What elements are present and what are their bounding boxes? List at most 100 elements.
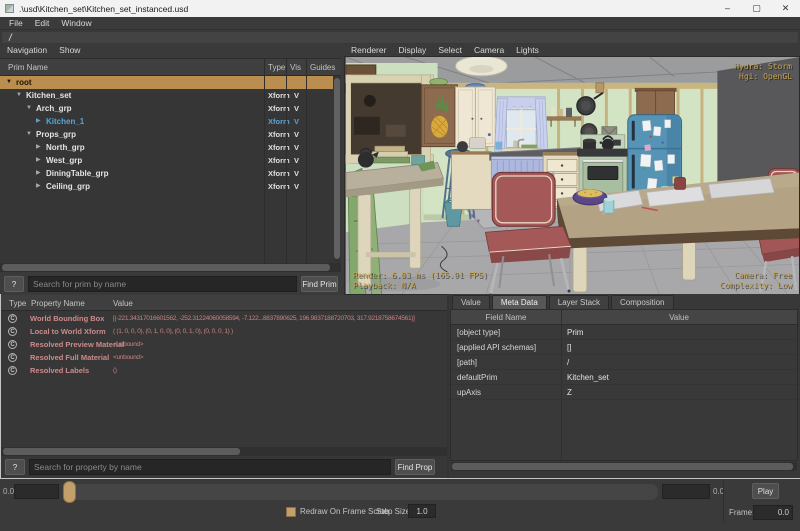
property-row[interactable]: CResolved Preview Material<unbound> — [1, 338, 447, 351]
prim-tree-rows: ▼root▼Kitchen_setXformV▼Arch_grpXformV▶K… — [0, 76, 333, 263]
collapsed-arrow-icon[interactable]: ▶ — [36, 154, 41, 167]
minimize-button[interactable]: – — [713, 0, 742, 17]
tab-value[interactable]: Value — [452, 295, 490, 309]
menubar-item-edit[interactable]: Edit — [29, 18, 56, 28]
metadata-row[interactable]: upAxisZ — [451, 385, 797, 400]
range-start-input[interactable] — [14, 484, 59, 499]
prim-row-DiningTable_grp[interactable]: ▶DiningTable_grpXformV — [0, 167, 333, 180]
property-search-help-button[interactable]: ? — [5, 459, 25, 475]
timeline-separator — [723, 481, 724, 523]
computed-property-icon: C — [8, 327, 17, 336]
prim-vis[interactable]: V — [287, 128, 306, 141]
computed-property-icon: C — [8, 314, 17, 323]
viewport[interactable]: Hydra: StormHgi: OpenGL Render: 6.03 ms … — [344, 56, 800, 295]
prim-vis[interactable]: V — [287, 180, 306, 193]
collapsed-arrow-icon[interactable]: ▶ — [36, 180, 41, 193]
col-prim-name: Prim Name — [8, 63, 48, 72]
prim-tree[interactable]: Prim Name Type Vis Guides ▼root▼Kitchen_… — [0, 58, 341, 263]
property-search-input[interactable] — [29, 459, 391, 475]
metadata-row[interactable]: [object type]Prim — [451, 325, 797, 340]
browser-menu-show[interactable]: Show — [53, 45, 86, 57]
step-size-input[interactable] — [408, 504, 436, 518]
expanded-arrow-icon[interactable]: ▼ — [26, 128, 32, 141]
menubar-item-file[interactable]: File — [3, 18, 29, 28]
prim-row-root[interactable]: ▼root — [0, 76, 333, 89]
prim-vis[interactable]: V — [287, 154, 306, 167]
collapsed-arrow-icon[interactable]: ▶ — [36, 115, 41, 128]
property-name: Resolved Preview Material — [30, 338, 124, 351]
expanded-arrow-icon[interactable]: ▼ — [16, 89, 22, 102]
metadata-row[interactable]: defaultPrimKitchen_set — [451, 370, 797, 385]
prim-vis[interactable]: V — [287, 115, 306, 128]
property-row[interactable]: CResolved Full Material<unbound> — [1, 351, 447, 364]
prim-name: Props_grp — [36, 128, 76, 141]
browser-menubar: NavigationShow — [0, 45, 341, 57]
prim-row-Props_grp[interactable]: ▼Props_grpXformV — [0, 128, 333, 141]
range-end-input[interactable] — [662, 484, 710, 499]
metadata-field-name: upAxis — [457, 385, 481, 400]
frame-input[interactable] — [753, 505, 793, 520]
play-button[interactable]: Play — [752, 483, 779, 499]
frame-slider-track[interactable] — [61, 483, 659, 501]
titlebar[interactable]: .\usd\Kitchen_set\Kitchen_set_instanced.… — [0, 0, 800, 17]
menubar-item-window[interactable]: Window — [55, 18, 97, 28]
property-name: Resolved Labels — [30, 364, 89, 377]
property-horizontal-scrollbar[interactable] — [1, 447, 447, 456]
expanded-arrow-icon[interactable]: ▼ — [6, 76, 12, 89]
prim-row-Kitchen_set[interactable]: ▼Kitchen_setXformV — [0, 89, 333, 102]
computed-property-icon: C — [8, 366, 17, 375]
browser-menu-navigation[interactable]: Navigation — [1, 45, 53, 57]
prim-row-Kitchen_1[interactable]: ▶Kitchen_1XformV — [0, 115, 333, 128]
prim-search-input[interactable] — [28, 276, 297, 292]
prim-vis[interactable]: V — [287, 89, 306, 102]
collapsed-arrow-icon[interactable]: ▶ — [36, 167, 41, 180]
viewport-scene[interactable] — [345, 57, 800, 295]
close-button[interactable]: ✕ — [771, 0, 800, 17]
property-value: [(-221.34317016601562, -252.312240600585… — [113, 312, 415, 325]
prim-search-help-button[interactable]: ? — [4, 276, 24, 292]
prim-row-Arch_grp[interactable]: ▼Arch_grpXformV — [0, 102, 333, 115]
col-prop-name: Property Name — [31, 299, 85, 308]
redraw-on-scrub-checkbox[interactable] — [286, 507, 296, 517]
tab-composition[interactable]: Composition — [611, 295, 673, 309]
prim-row-North_grp[interactable]: ▶North_grpXformV — [0, 141, 333, 154]
expanded-arrow-icon[interactable]: ▼ — [26, 102, 32, 115]
maximize-button[interactable]: ▢ — [742, 0, 771, 17]
property-row[interactable]: CResolved Labels() — [1, 364, 447, 377]
column-divider — [306, 59, 307, 263]
hud-line: Camera: Free — [720, 271, 792, 281]
prim-vis[interactable]: V — [287, 141, 306, 154]
property-row[interactable]: CWorld Bounding Box[(-221.34317016601562… — [1, 312, 447, 325]
tab-layer-stack[interactable]: Layer Stack — [549, 295, 609, 309]
tree-vertical-scrollbar[interactable] — [334, 77, 340, 261]
property-row[interactable]: CLocal to World Xform( (1, 0, 0, 0), (0,… — [1, 325, 447, 338]
prim-path-bar[interactable]: / — [1, 31, 799, 44]
tab-meta-data[interactable]: Meta Data — [492, 295, 547, 309]
app-icon — [5, 4, 14, 13]
usdview-window: .\usd\Kitchen_set\Kitchen_set_instanced.… — [0, 0, 800, 531]
computed-property-icon: C — [8, 353, 17, 362]
collapsed-arrow-icon[interactable]: ▶ — [36, 141, 41, 154]
prim-row-Ceiling_grp[interactable]: ▶Ceiling_grpXformV — [0, 180, 333, 193]
hud-line: Playback: N/A — [353, 281, 488, 291]
property-name: Local to World Xform — [30, 325, 106, 338]
prim-vis[interactable]: V — [287, 102, 306, 115]
prim-name: Arch_grp — [36, 102, 72, 115]
tree-horizontal-scrollbar[interactable] — [0, 263, 341, 272]
find-prop-button[interactable]: Find Prop — [395, 459, 435, 475]
col-prop-type: Type — [9, 299, 26, 308]
prim-vis[interactable]: V — [287, 167, 306, 180]
prim-name: Ceiling_grp — [46, 180, 90, 193]
metadata-row[interactable]: [path]/ — [451, 355, 797, 370]
inspector-panel: ValueMeta DataLayer StackComposition Fie… — [449, 294, 800, 478]
timeline-bar: 0.0 0.0 Play Redraw On Frame Scrub Step … — [0, 479, 800, 531]
prim-row-West_grp[interactable]: ▶West_grpXformV — [0, 154, 333, 167]
property-panel[interactable]: Type Property Name Value CWorld Bounding… — [1, 295, 447, 477]
metadata-table[interactable]: Field Name Value [object type]Prim[appli… — [450, 309, 798, 461]
find-prim-button[interactable]: Find Prim — [301, 276, 338, 292]
col-field-value: Value — [561, 313, 797, 322]
metadata-horizontal-scrollbar[interactable] — [451, 462, 797, 471]
metadata-row[interactable]: [applied API schemas][] — [451, 340, 797, 355]
hud-camera-info: Camera: FreeComplexity: Low — [720, 271, 792, 291]
frame-slider-handle[interactable] — [63, 481, 76, 503]
